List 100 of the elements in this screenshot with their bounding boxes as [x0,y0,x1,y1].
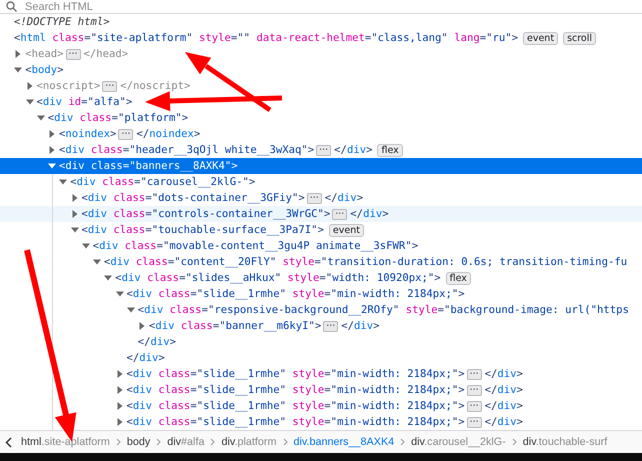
tree-row[interactable]: <html class="site-aplatform" style="" data-react-helmet="class,lang" lang="ru"> event scroll [0,30,642,46]
chevron-left-icon[interactable] [5,436,12,448]
toggle-arrow-icon[interactable] [59,178,68,186]
markup-text: <div class="responsive-background__2ROfy" style="background-image: url("https [138,303,629,317]
toggle-arrow-icon[interactable] [48,146,56,154]
ellipsis-button[interactable]: ⋯ [466,368,482,380]
inspector-badge[interactable]: flex [377,144,403,156]
closing-tag-text: </div> [484,415,523,429]
ellipsis-button[interactable]: ⋯ [332,208,348,220]
toggle-arrow-icon[interactable] [82,242,90,250]
tree-row[interactable]: <div id="alfa"> [0,94,642,110]
breadcrumb-item[interactable]: body [126,436,152,448]
closing-tag-text: </div> [350,207,389,221]
closing-tag-text: </noscript> [120,79,190,93]
ellipsis-button[interactable]: ⋯ [466,416,482,428]
tree-row[interactable]: <noindex> ⋯ </noindex> [0,126,642,142]
closing-tag-text: </div> [138,335,176,349]
markup-text: <div class="banner__m6kyI"> [149,319,322,333]
markup-text: <div id="alfa"> [36,95,132,109]
tree-row[interactable]: <div class="platform"> [0,110,642,126]
toggle-arrow-icon[interactable] [138,322,146,330]
toggle-arrow-icon[interactable] [116,386,124,394]
inspector-badge[interactable]: scroll [563,32,596,44]
tree-row[interactable]: <head> ⋯ </head> [0,46,642,62]
toggle-arrow-icon[interactable] [36,114,45,122]
chevron-right-icon [400,438,406,446]
tree-row[interactable]: <div class="header__3qOjl white__3wXaq"> ⋯ </div> flex [0,142,642,158]
toggle-arrow-icon[interactable] [48,162,56,170]
closing-tag-text: </div> [484,399,523,413]
tree-row[interactable]: <div class="banners__8AXK4"> [0,158,642,174]
ellipsis-button[interactable]: ⋯ [316,144,332,156]
ellipsis-button[interactable]: ⋯ [118,128,134,140]
toggle-arrow-icon[interactable] [14,66,22,74]
closing-tag-text: </div> [484,383,523,397]
breadcrumb-item[interactable]: div.platform [220,436,278,448]
ellipsis-button[interactable]: ⋯ [306,192,322,204]
markup-text: <noindex> [59,127,116,141]
markup-text: <div class="touchable-surface__3Pa7I"> [82,223,324,237]
tree-row[interactable]: <!DOCTYPE html> [0,14,642,30]
markup-text: <head> [25,47,64,61]
closing-tag-text: </div> [484,367,523,381]
search-icon [6,1,17,12]
search-field[interactable]: Search HTML [25,0,225,12]
ellipsis-button[interactable]: ⋯ [466,384,482,396]
inspector-badge[interactable]: event [523,32,558,44]
markup-text: <div class="controls-container__3WrGC"> [82,207,330,221]
toggle-arrow-icon[interactable] [126,306,135,314]
toggle-arrow-icon[interactable] [14,50,22,58]
markup-text: <body> [25,63,64,77]
toggle-arrow-icon[interactable] [26,82,34,90]
markup-text: <!DOCTYPE html> [14,15,110,29]
toggle-arrow-icon[interactable] [70,226,78,234]
chevron-right-icon [116,438,121,446]
chevron-right-icon [512,438,517,446]
tree-row[interactable]: <div class="controls-container__3WrGC"> ⋯ </div> [0,206,642,222]
breadcrumb-item[interactable]: div.carousel__2klG- [410,436,507,448]
breadcrumb-item[interactable]: div#alfa [166,436,206,448]
markup-text: <div class="slide__1rmhe" style="min-width: 2184px;"> [126,287,465,301]
tree-row[interactable]: <noscript> ⋯ </noscript> [0,78,642,94]
ellipsis-button[interactable]: ⋯ [323,320,338,332]
ellipsis-button[interactable]: ⋯ [66,48,81,60]
markup-text: <div class="slide__1rmhe" style="min-width: 2184px;"> [126,367,465,381]
toggle-arrow-icon[interactable] [93,258,101,266]
chevron-right-icon [156,438,162,446]
ellipsis-button[interactable]: ⋯ [102,80,118,92]
closing-tag-text: </div> [334,143,372,157]
markup-text: <div class="dots-container__3GFiy"> [82,191,305,205]
toggle-arrow-icon[interactable] [26,98,34,106]
markup-text: <noscript> [36,79,100,93]
toggle-arrow-icon[interactable] [48,130,56,138]
ellipsis-button[interactable]: ⋯ [466,400,482,412]
toggle-arrow-icon[interactable] [116,370,124,378]
toggle-arrow-icon[interactable] [70,210,78,218]
breadcrumb-item[interactable]: div.touchable-surf [522,436,608,448]
markup-text: <div class="slide__1rmhe" style="min-width: 2184px;"> [126,415,465,429]
closing-tag-text: </head> [84,47,128,61]
toggle-arrow-icon[interactable] [116,290,124,298]
chevron-right-icon [210,438,216,446]
inspector-badge[interactable]: flex [446,272,471,284]
markup-text: <div class="platform"> [48,111,188,125]
chevron-right-icon [282,438,288,446]
markup-text: <div class="banners__8AXK4"> [59,159,238,173]
closing-tag-text: </div> [324,191,364,205]
inspector-badge[interactable]: event [328,224,364,236]
toggle-arrow-icon[interactable] [104,274,112,282]
breadcrumb-item[interactable]: div.banners__8AXK4 [292,436,396,448]
closing-tag-text: </div> [341,319,380,333]
closing-tag-text: </div> [126,351,165,365]
toggle-arrow-icon[interactable] [116,418,124,426]
toggle-arrow-icon[interactable] [70,194,78,202]
markup-text: <div class="slide__1rmhe" style="min-width: 2184px;"> [126,399,465,413]
markup-text: <div class="header__3qOjl white__3wXaq"> [59,143,314,157]
markup-text: <div class="slides__aHkux" style="width: 10920px;"> [115,271,441,285]
breadcrumb-item[interactable]: html.site-aplatform [20,436,111,448]
markup-text: <div class="carousel__2klG-"> [70,175,256,189]
markup-text: <div class="slide__1rmhe" style="min-width: 2184px;"> [126,383,465,397]
toggle-arrow-icon[interactable] [116,402,124,410]
markup-text: <div class="movable-content__3gu4P animate__3sFWR"> [92,239,418,253]
tree-row[interactable]: <body> [0,62,642,78]
closing-tag-text: </noindex> [136,127,200,141]
